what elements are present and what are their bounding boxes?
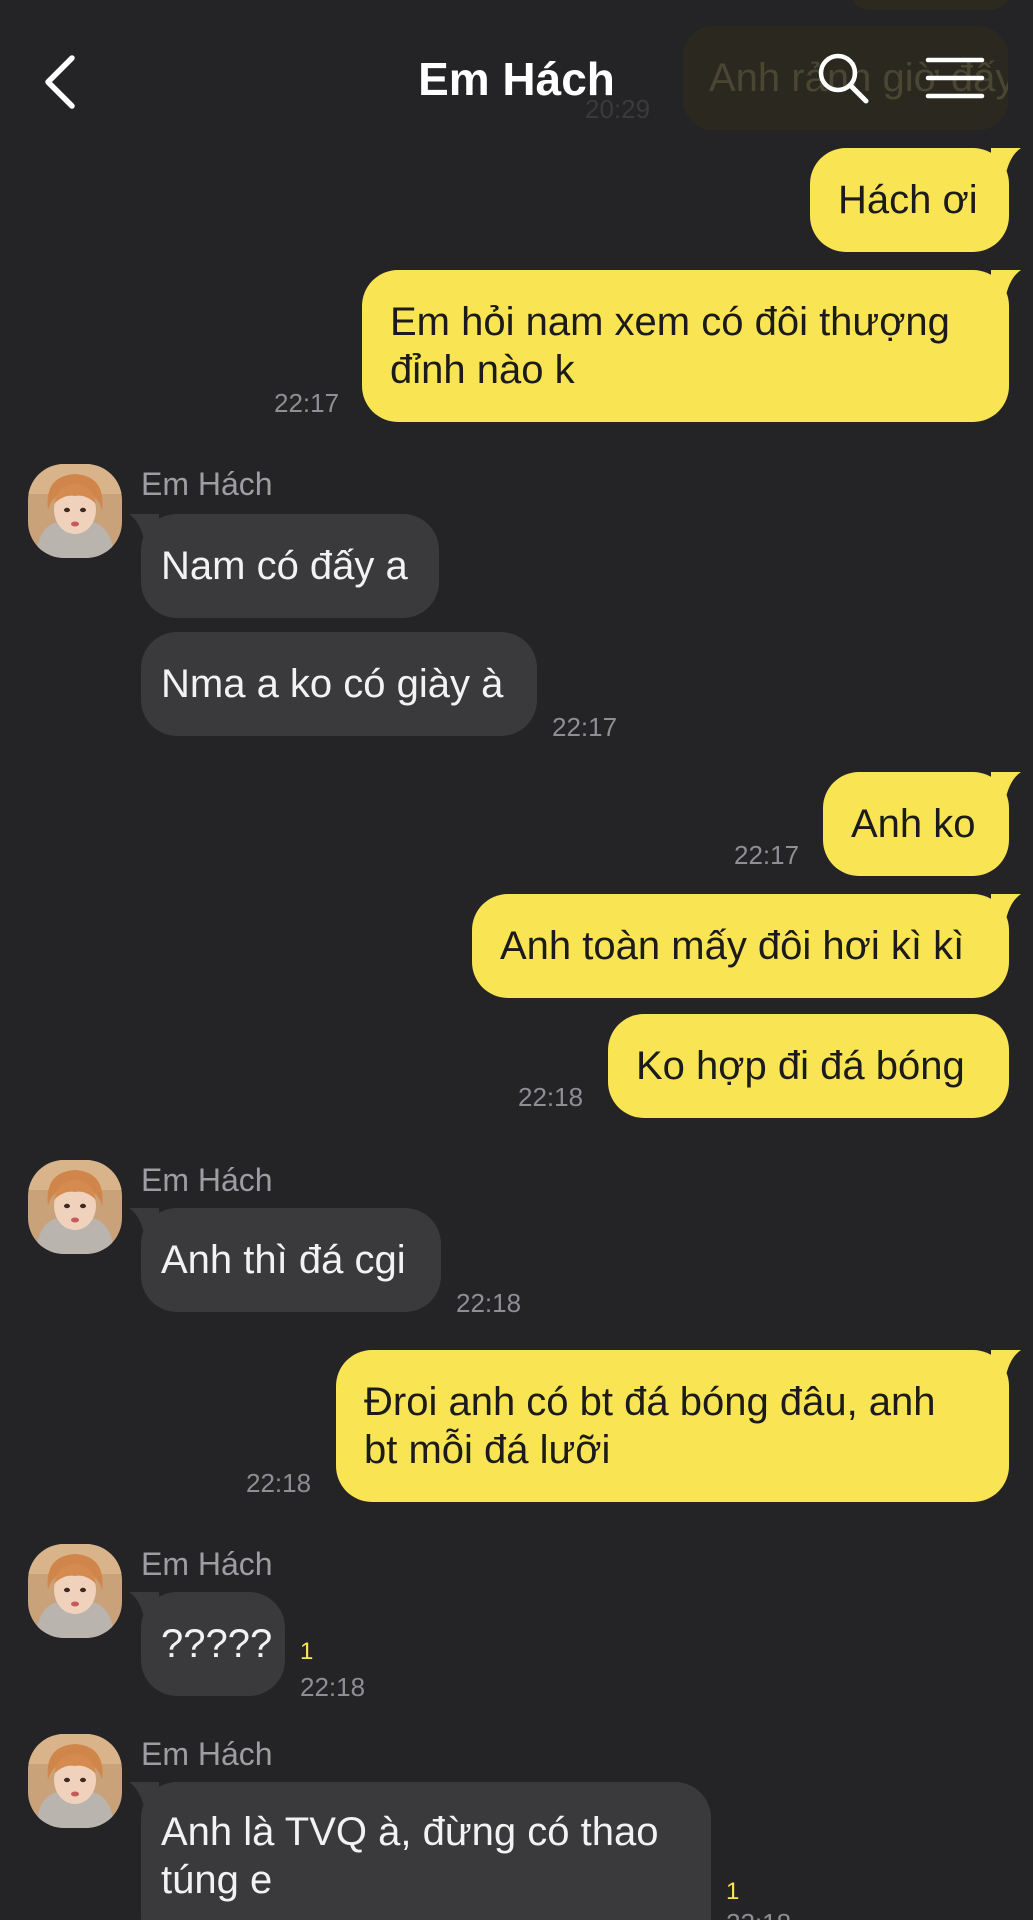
bubble-tail — [129, 1782, 159, 1812]
message-text-line: Đroi anh có bt đá bóng đâu, anh — [364, 1380, 936, 1424]
incoming-message-bubble[interactable]: Nma a ko có giày à — [141, 632, 537, 736]
avatar-photo — [28, 1544, 122, 1638]
message-time: 22:17 — [552, 712, 618, 742]
message-time: 22:18 — [300, 1672, 366, 1702]
message-text-line: đỉnh nào k — [390, 348, 575, 392]
chat-header: Anh rảnh giờ đấy 20:29 Em Hách — [0, 0, 1033, 160]
back-button[interactable] — [34, 46, 94, 116]
bubble-tail — [991, 1350, 1021, 1380]
outgoing-message-bubble[interactable]: Đroi anh có bt đá bóng đâu, anh bt mỗi đ… — [336, 1350, 1021, 1502]
incoming-message-bubble[interactable]: Nam có đấy a — [129, 514, 439, 618]
contact-avatar[interactable] — [28, 1160, 122, 1254]
message-text-line: Anh là TVQ à, đừng có thao — [161, 1810, 659, 1854]
incoming-message-bubble[interactable]: Anh là TVQ à, đừng có thao túng e — [129, 1782, 711, 1920]
message-text: Anh thì đá cgi — [161, 1238, 406, 1282]
outgoing-message-bubble[interactable]: Hách ơi — [810, 148, 1021, 252]
message-time: 22:18 — [518, 1082, 584, 1112]
menu-button[interactable] — [925, 54, 985, 102]
message-text-line: túng e — [161, 1858, 273, 1902]
chat-title: Em Hách — [418, 53, 615, 105]
message-time: 22:18 — [246, 1468, 312, 1498]
hamburger-menu-icon — [925, 57, 985, 99]
sender-name: Em Hách — [141, 1546, 273, 1582]
message-text: Nma a ko có giày à — [161, 662, 504, 706]
message-time: 22:17 — [734, 840, 800, 870]
avatar-photo — [28, 1734, 122, 1828]
incoming-message-bubble[interactable]: Anh thì đá cgi — [129, 1208, 441, 1312]
contact-avatar[interactable] — [28, 1544, 122, 1638]
outgoing-message-bubble[interactable]: Anh toàn mấy đôi hơi kì kì — [472, 894, 1021, 998]
incoming-message-bubble[interactable]: ????? — [129, 1592, 285, 1696]
scrolled-message-bubble-edge — [850, 0, 1010, 10]
contact-avatar[interactable] — [28, 464, 122, 558]
chat-screen: Anh rảnh giờ đấy 20:29 Em Hách Hách ơi E… — [0, 0, 1033, 1920]
message-text-line: bt mỗi đá lưỡi — [364, 1428, 611, 1472]
message-text: Anh toàn mấy đôi hơi kì kì — [500, 924, 965, 968]
sender-name: Em Hách — [141, 466, 273, 502]
message-time: 22:18 — [456, 1288, 522, 1318]
outgoing-message-bubble[interactable]: Ko hợp đi đá bóng — [608, 1014, 1009, 1118]
sender-name: Em Hách — [141, 1736, 273, 1772]
unread-count: 1 — [300, 1638, 314, 1665]
message-text-line: Em hỏi nam xem có đôi thượng — [390, 300, 950, 344]
sender-name: Em Hách — [141, 1162, 273, 1198]
search-icon — [818, 53, 869, 104]
outgoing-message-bubble[interactable]: Anh ko — [823, 772, 1021, 876]
message-text: ????? — [161, 1622, 273, 1666]
bubble-tail — [129, 1208, 159, 1238]
outgoing-message-bubble[interactable]: Em hỏi nam xem có đôi thượng đỉnh nào k — [362, 270, 1021, 422]
bubble-tail — [991, 772, 1021, 802]
message-text: Nam có đấy a — [161, 544, 408, 588]
message-text: Ko hợp đi đá bóng — [636, 1044, 965, 1088]
chevron-left-icon — [45, 55, 75, 109]
avatar-photo — [28, 1160, 122, 1254]
bubble-tail — [129, 514, 159, 544]
unread-count: 1 — [726, 1878, 740, 1905]
bubble-tail — [991, 270, 1021, 300]
message-time: 22:18 — [726, 1908, 791, 1920]
message-time: 22:17 — [274, 388, 340, 418]
bubble-tail — [991, 894, 1021, 924]
avatar-photo — [28, 464, 122, 558]
bubble-tail — [129, 1592, 159, 1622]
message-text: Hách ơi — [838, 178, 978, 222]
contact-avatar[interactable] — [28, 1734, 122, 1828]
search-button[interactable] — [815, 50, 871, 106]
message-text: Anh ko — [851, 802, 976, 846]
